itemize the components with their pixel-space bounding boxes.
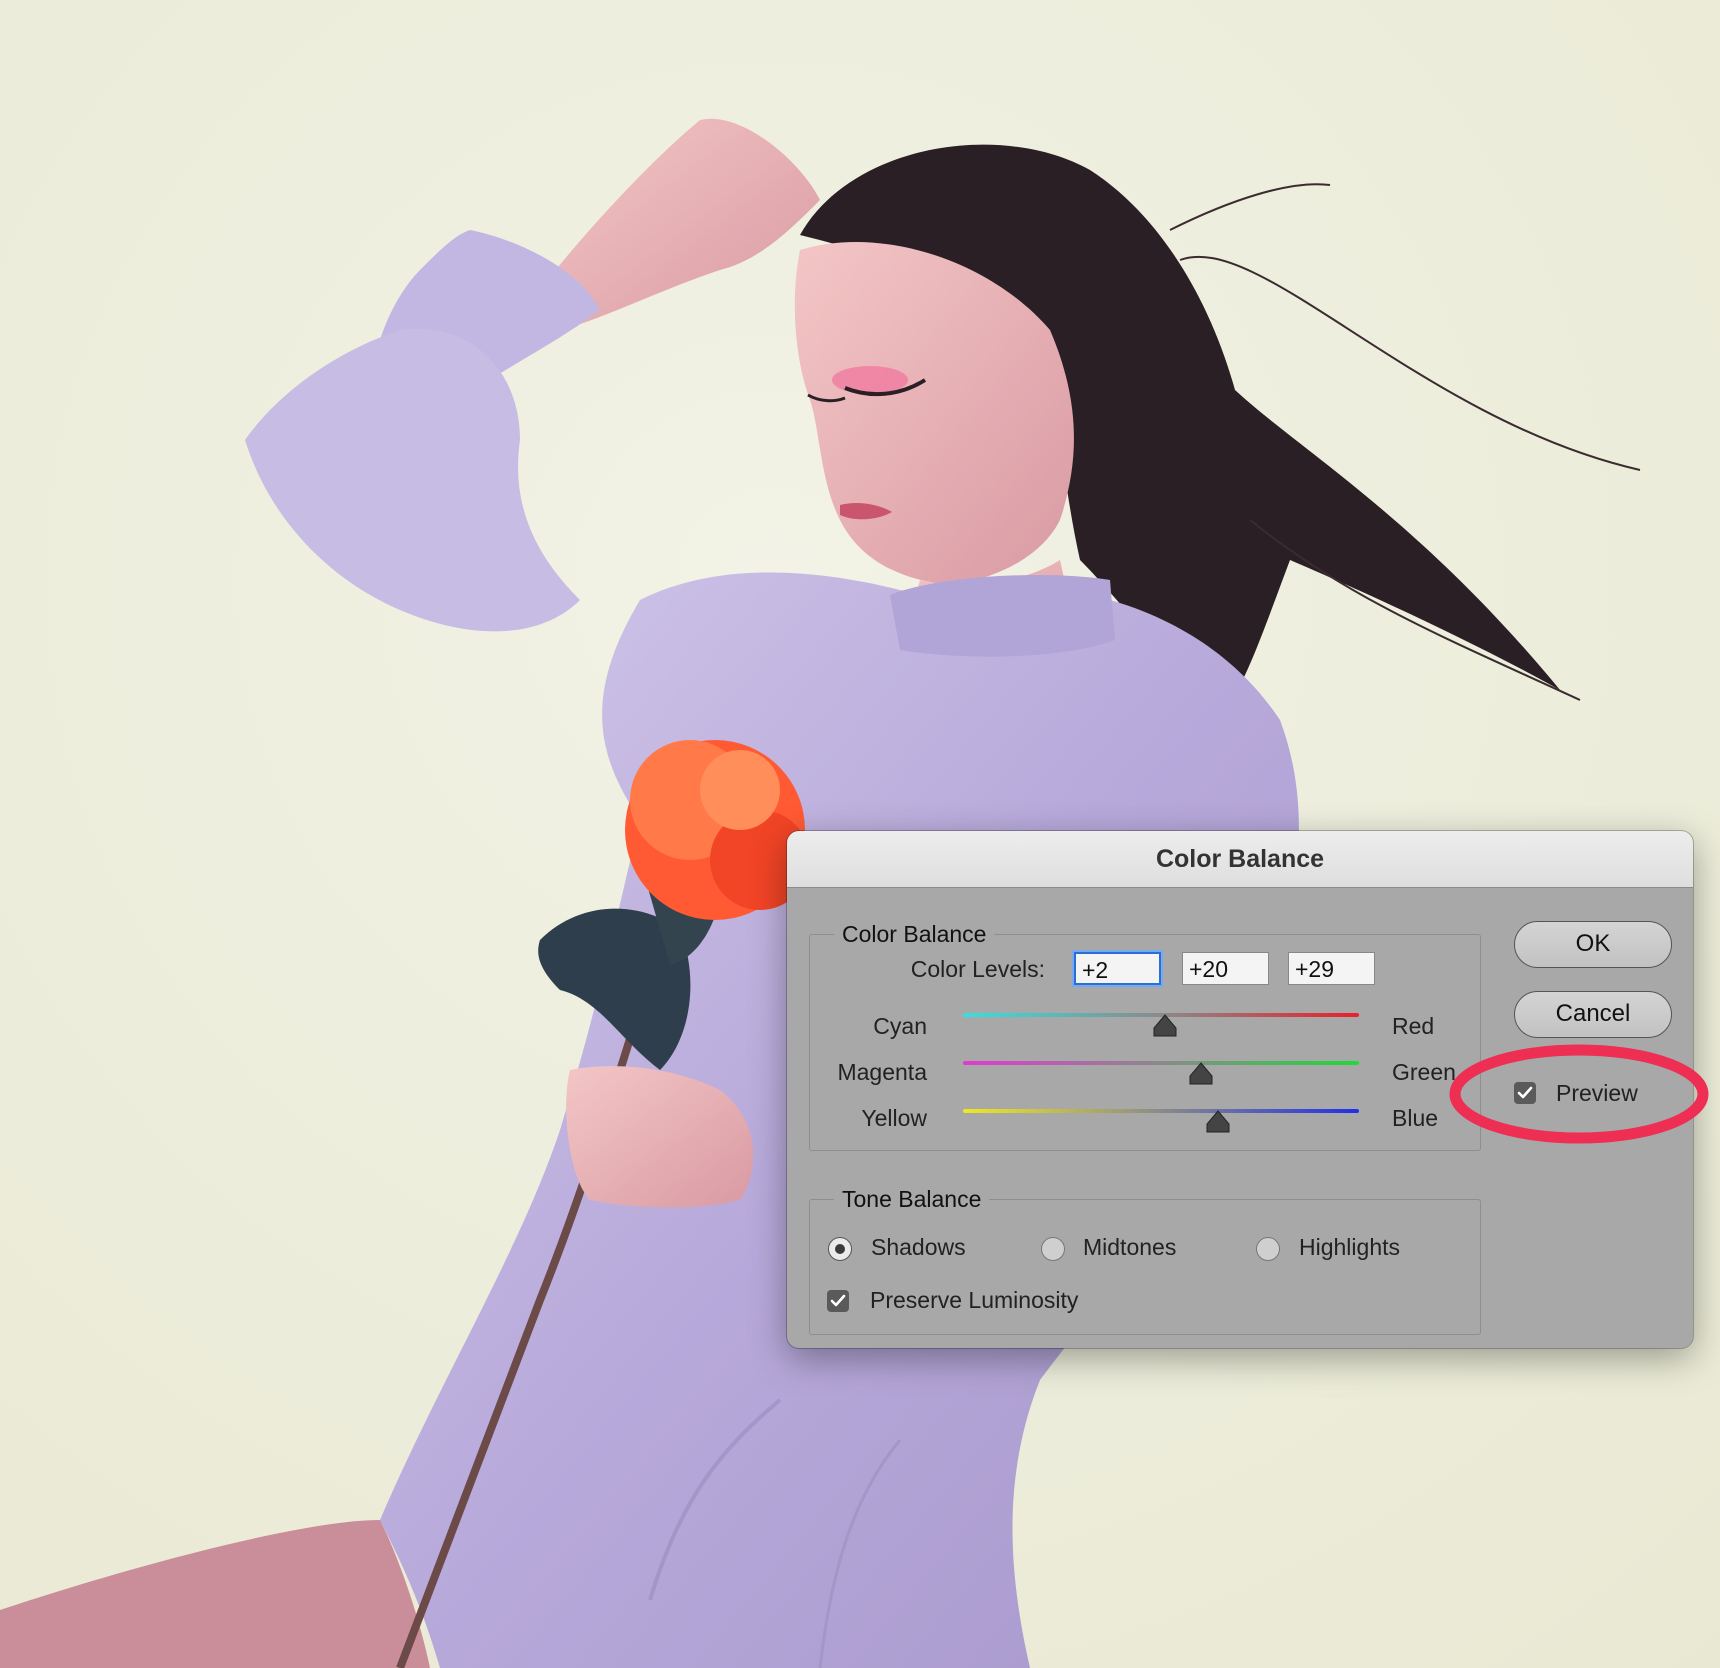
checkmark-icon	[830, 1294, 846, 1307]
magenta-green-slider-track[interactable]	[963, 1061, 1359, 1065]
shadows-radio[interactable]	[828, 1237, 852, 1261]
color-levels-label: Color Levels:	[910, 956, 1045, 982]
shadows-label[interactable]: Shadows	[871, 1234, 966, 1261]
color-balance-legend: Color Balance	[842, 921, 987, 947]
yellow-blue-slider-track[interactable]	[963, 1109, 1359, 1113]
midtones-label[interactable]: Midtones	[1083, 1234, 1176, 1261]
cancel-button[interactable]: Cancel	[1514, 991, 1672, 1038]
yellow-blue-slider-thumb[interactable]	[1205, 1110, 1231, 1134]
slider-left-label-cyan: Cyan	[873, 1013, 927, 1039]
color-level-magenta-green-input[interactable]: +20	[1182, 952, 1269, 985]
ok-button[interactable]: OK	[1514, 921, 1672, 968]
highlight-ellipse	[1449, 1044, 1709, 1144]
slider-left-label-magenta: Magenta	[837, 1059, 927, 1085]
slider-left-label-yellow: Yellow	[861, 1105, 927, 1131]
preserve-luminosity-checkbox[interactable]	[827, 1290, 849, 1312]
color-level-cyan-red-input[interactable]: +2	[1074, 952, 1161, 985]
slider-right-label-blue: Blue	[1392, 1105, 1439, 1131]
slider-right-label-red: Red	[1392, 1013, 1435, 1039]
cyan-red-slider-thumb[interactable]	[1152, 1014, 1178, 1038]
magenta-green-slider-thumb[interactable]	[1188, 1062, 1214, 1086]
highlights-radio[interactable]	[1256, 1237, 1280, 1261]
highlights-label[interactable]: Highlights	[1299, 1234, 1400, 1261]
midtones-radio[interactable]	[1041, 1237, 1065, 1261]
dialog-title: Color Balance	[787, 831, 1693, 888]
tone-balance-legend: Tone Balance	[842, 1186, 982, 1212]
collar	[890, 575, 1115, 657]
color-level-yellow-blue-input[interactable]: +29	[1288, 952, 1375, 985]
preserve-luminosity-label[interactable]: Preserve Luminosity	[870, 1287, 1078, 1314]
